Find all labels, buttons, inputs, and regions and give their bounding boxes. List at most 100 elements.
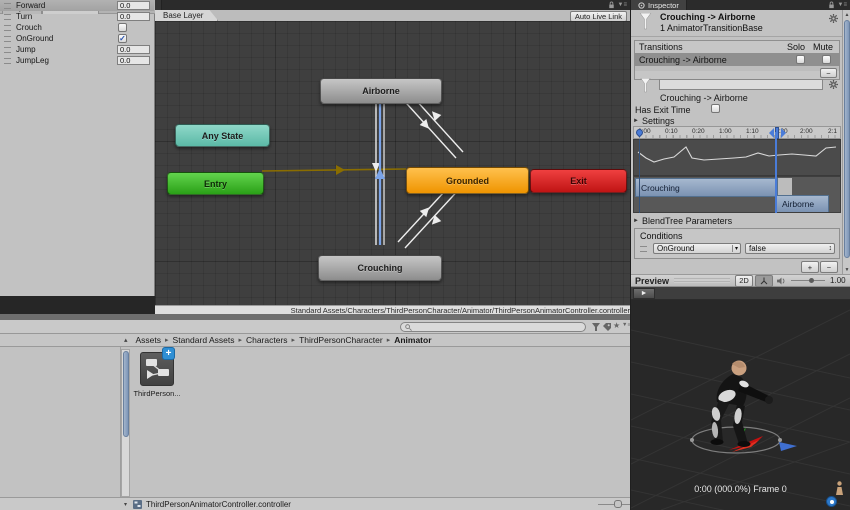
- breadcrumb-animator[interactable]: Animator: [394, 335, 431, 345]
- parameter-value-field[interactable]: 0.0: [117, 45, 150, 54]
- add-badge-icon: +: [162, 347, 175, 360]
- preview-drag-handle[interactable]: [674, 278, 731, 283]
- timeline-start-line: [639, 139, 640, 213]
- blendtree-parameters-foldout[interactable]: ► BlendTree Parameters: [633, 216, 732, 226]
- parameter-row-jumpleg[interactable]: JumpLeg 0.0: [0, 55, 154, 66]
- check-icon: ✓: [119, 34, 126, 43]
- label-tag-icon[interactable]: [603, 323, 611, 331]
- unity-editor: Animator # Scene ◖ Game ▼≡ Layers Parame…: [0, 0, 850, 510]
- gear-icon[interactable]: [829, 80, 838, 89]
- parameter-row-turn[interactable]: Turn 0.0: [0, 11, 154, 22]
- parameter-checkbox-checked[interactable]: ✓: [118, 34, 127, 43]
- tab-base-layer[interactable]: Base Layer: [155, 10, 218, 21]
- drag-handle-icon[interactable]: [640, 245, 647, 252]
- has-exit-time-checkbox[interactable]: [711, 104, 720, 113]
- parameter-value-field[interactable]: 0.0: [117, 12, 150, 21]
- transition-list-row[interactable]: Crouching -> Airborne: [635, 53, 839, 66]
- parameter-checkbox[interactable]: [118, 23, 127, 32]
- gear-icon[interactable]: [829, 14, 838, 23]
- parameter-value-field[interactable]: 0.0: [117, 56, 150, 65]
- track-bar-airborne[interactable]: Airborne: [776, 195, 829, 212]
- blendtree-label: BlendTree Parameters: [641, 216, 733, 226]
- tick-label: 2:00: [800, 128, 813, 135]
- parameter-row-jump[interactable]: Jump 0.0: [0, 44, 154, 55]
- inspector-scrollbar-thumb[interactable]: [844, 20, 850, 258]
- pivot-axis-icon: [760, 277, 768, 284]
- condition-row[interactable]: OnGround ▾ false ↕: [635, 243, 839, 254]
- lock-icon[interactable]: [608, 1, 615, 9]
- drag-handle-icon[interactable]: [4, 24, 11, 31]
- parameter-value-field[interactable]: 0.0: [117, 1, 150, 10]
- remove-transition-button[interactable]: −: [820, 68, 837, 78]
- breadcrumb-assets[interactable]: Assets: [136, 335, 162, 345]
- transition-icon: [640, 78, 651, 93]
- state-node-crouching[interactable]: Crouching: [318, 255, 442, 281]
- add-condition-button[interactable]: +: [801, 261, 819, 273]
- project-scrollbar[interactable]: [121, 349, 130, 497]
- inspector-scrollbar[interactable]: ▲ ▼: [842, 10, 850, 274]
- preview-speed-slider[interactable]: [791, 277, 826, 283]
- condition-parameter-dropdown[interactable]: OnGround ▾: [653, 243, 741, 254]
- scroll-down-icon[interactable]: ▼: [845, 267, 850, 273]
- thumbnail-size-slider[interactable]: [598, 500, 636, 508]
- state-node-airborne[interactable]: Airborne: [320, 78, 442, 104]
- avatar-icon[interactable]: [835, 481, 844, 495]
- asset-icon-animator-controller[interactable]: +: [140, 347, 175, 386]
- parameter-row-forward[interactable]: Forward 0.0: [0, 0, 154, 11]
- scroll-up-icon[interactable]: ▲: [845, 12, 850, 18]
- breadcrumb-separator-icon: ▸: [291, 337, 296, 344]
- settings-foldout[interactable]: ► Settings: [633, 116, 674, 126]
- track-bar-crouching[interactable]: Crouching: [635, 178, 778, 197]
- slider-thumb[interactable]: [809, 277, 815, 283]
- solo-checkbox[interactable]: [796, 55, 805, 64]
- state-node-grounded[interactable]: Grounded: [406, 167, 529, 194]
- pane-menu-icon[interactable]: ▼≡: [618, 2, 627, 8]
- parameter-row-onground[interactable]: OnGround ✓: [0, 33, 154, 44]
- inspector-title: Crouching -> Airborne: [660, 12, 756, 22]
- pane-menu-icon[interactable]: ▼≡: [838, 2, 847, 8]
- mute-checkbox[interactable]: [822, 55, 831, 64]
- breadcrumb-standard-assets[interactable]: Standard Assets: [173, 335, 235, 345]
- preview-header[interactable]: Preview 2D 1.00: [631, 274, 850, 287]
- state-machine-canvas[interactable]: Airborne Any State Entry Grounded Exit C…: [155, 21, 630, 305]
- transition-name-input[interactable]: [659, 79, 823, 90]
- drag-handle-icon[interactable]: [4, 2, 11, 9]
- preview-toolbar: ►: [631, 287, 850, 300]
- timeline-ruler[interactable]: 0:00 0:10 0:20 1:00 1:10 1:20 2:00 2:1: [633, 126, 841, 139]
- favorites-star-icon[interactable]: ★: [613, 321, 620, 330]
- state-node-entry[interactable]: Entry: [167, 172, 264, 195]
- project-search-input[interactable]: [400, 322, 586, 332]
- breadcrumb-characters[interactable]: Characters: [246, 335, 288, 345]
- tab-inspector[interactable]: Inspector: [631, 0, 687, 10]
- breadcrumb-thirdpersoncharacter[interactable]: ThirdPersonCharacter: [299, 335, 383, 345]
- preview-pivot-button[interactable]: [755, 274, 774, 287]
- parameter-row-crouch[interactable]: Crouch: [0, 22, 154, 33]
- condition-value-dropdown[interactable]: false ↕: [745, 243, 835, 254]
- preview-play-button[interactable]: ►: [633, 287, 655, 299]
- filter-funnel-icon[interactable]: [592, 323, 600, 331]
- transition-curve-area: [633, 139, 841, 176]
- drag-handle-icon[interactable]: [4, 46, 11, 53]
- state-node-any-state[interactable]: Any State: [175, 124, 270, 147]
- audio-icon[interactable]: [777, 276, 786, 285]
- playhead-right-arrow: [781, 128, 786, 138]
- inspector-tabstrip: Inspector ▼≡: [631, 0, 850, 10]
- project-bottom-bar: ▾ ThirdPersonAnimatorController.controll…: [0, 497, 636, 510]
- remove-condition-button[interactable]: −: [820, 261, 838, 273]
- drag-handle-icon[interactable]: [4, 35, 11, 42]
- collapse-icon[interactable]: ▴: [124, 336, 128, 344]
- drag-handle-icon[interactable]: [4, 57, 11, 64]
- avatar-selector-icon[interactable]: [826, 496, 837, 507]
- project-panel: ★ ▼≡ ▴ Assets ▸ Standard Assets ▸ Charac…: [0, 320, 636, 510]
- parameter-name: Turn: [16, 12, 33, 21]
- preview-status: 0:00 (000.0%) Frame 0: [694, 484, 787, 494]
- state-node-exit[interactable]: Exit: [530, 169, 627, 193]
- preview-2d-button[interactable]: 2D: [735, 274, 754, 287]
- preview-speed-value: 1.00: [830, 276, 846, 285]
- lock-icon[interactable]: [828, 1, 835, 9]
- breadcrumb-toggle-icon[interactable]: ▾: [124, 501, 127, 508]
- preview-viewport[interactable]: 0:00 (000.0%) Frame 0: [631, 300, 850, 510]
- slider-thumb[interactable]: [614, 500, 622, 508]
- drag-handle-icon[interactable]: [4, 13, 11, 20]
- settings-label: Settings: [641, 116, 675, 126]
